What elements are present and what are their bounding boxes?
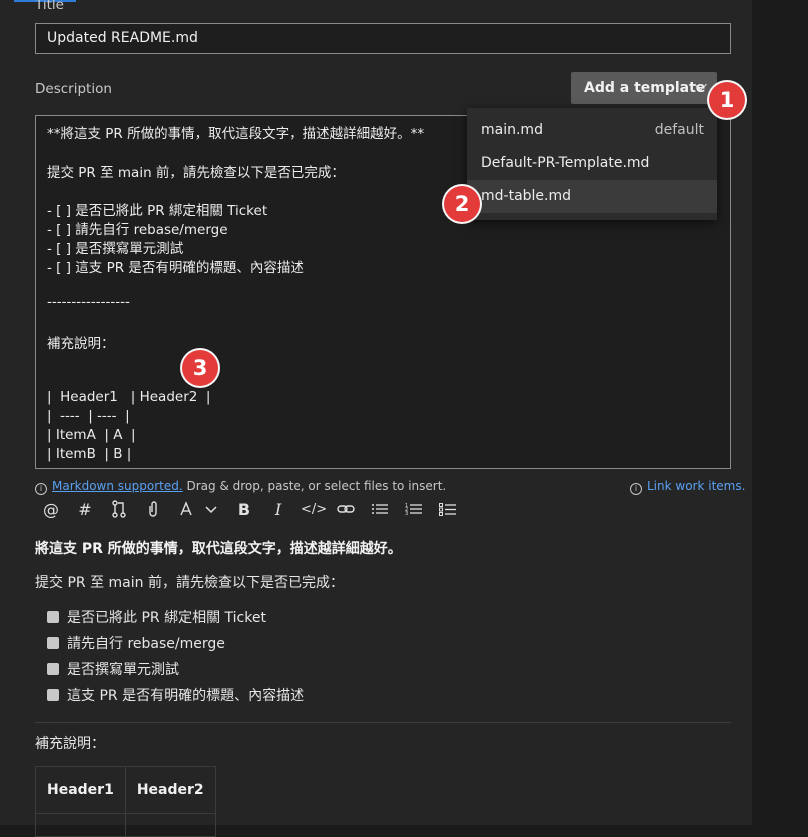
preview-heading: 將這支 PR 所做的事情，取代這段文字，描述越詳細越好。 (35, 541, 402, 557)
italic-icon[interactable]: I (267, 500, 289, 520)
preview-intro: 提交 PR 至 main 前，請先檢查以下是否已完成： (35, 575, 344, 591)
description-label: Description (35, 81, 112, 97)
markdown-supported-link[interactable]: Markdown supported. (52, 479, 183, 493)
checklist-label: 是否已將此 PR 綁定相關 Ticket (67, 610, 266, 626)
step-badge-3: 3 (182, 350, 218, 386)
highlight-icon[interactable] (176, 500, 198, 520)
hashtag-icon[interactable]: # (74, 500, 96, 520)
preview-table: Header1 Header2 (35, 766, 216, 837)
default-tag: default (654, 122, 704, 138)
checklist-label: 是否撰寫單元測試 (67, 662, 179, 678)
add-template-button[interactable]: Add a template (571, 72, 717, 104)
preview-checklist-item: 是否已將此 PR 綁定相關 Ticket (47, 607, 266, 627)
step-badge-1: 1 (709, 82, 745, 118)
checklist-icon[interactable] (437, 500, 459, 520)
mention-icon[interactable]: @ (40, 500, 62, 520)
add-template-label: Add a template (584, 80, 706, 96)
table-cell (124, 813, 216, 837)
description-line: | ItemA | A | (47, 427, 136, 443)
svg-text:3: 3 (405, 511, 408, 517)
description-line: | ---- | ---- | (47, 408, 130, 424)
title-input[interactable]: Updated README.md (35, 23, 731, 54)
preview-checklist-item: 這支 PR 是否有明確的標題、內容描述 (47, 685, 304, 705)
bulleted-list-icon[interactable] (369, 500, 391, 520)
preview-divider (35, 722, 731, 723)
chevron-down-icon[interactable] (200, 500, 222, 520)
table-header: Header1 (35, 766, 126, 814)
description-line: **將這支 PR 所做的事情，取代這段文字，描述越詳細越好。** (47, 126, 425, 142)
description-line: - [ ] 這支 PR 是否有明確的標題、內容描述 (47, 260, 304, 276)
description-line: - [ ] 請先自行 rebase/merge (47, 222, 228, 238)
title-label: Title (35, 0, 64, 13)
checkbox[interactable] (47, 663, 59, 675)
template-option-md-table[interactable]: md-table.md (467, 180, 717, 213)
description-line: - [ ] 是否已將此 PR 綁定相關 Ticket (47, 203, 268, 219)
template-option-main[interactable]: main.md default (467, 114, 717, 147)
step-badge-2: 2 (444, 186, 480, 222)
preview-checklist-item: 請先自行 rebase/merge (47, 633, 225, 653)
description-line: 補充說明： (47, 336, 115, 352)
description-line: 提交 PR 至 main 前，請先檢查以下是否已完成： (47, 165, 345, 181)
description-line: ----------------- (47, 294, 130, 310)
description-line: | Header1 | Header2 | (47, 389, 211, 405)
template-option-label: main.md (481, 122, 543, 138)
markdown-hint: i Markdown supported. Drag & drop, paste,… (35, 479, 446, 495)
template-option-label: Default-PR-Template.md (481, 155, 650, 171)
pull-request-icon[interactable] (108, 500, 130, 520)
template-option-label: md-table.md (481, 188, 572, 204)
table-cell (35, 813, 126, 837)
attachment-icon[interactable] (142, 500, 164, 520)
checkbox[interactable] (47, 611, 59, 623)
markdown-hint-text: Drag & drop, paste, or select files to i… (182, 479, 447, 493)
info-icon: i (35, 483, 47, 495)
code-icon[interactable]: </> (301, 500, 327, 520)
checkbox[interactable] (47, 689, 59, 701)
bold-icon[interactable]: B (233, 500, 255, 520)
numbered-list-icon[interactable]: 123 (403, 500, 425, 520)
link-work-items-label: Link work items. (647, 479, 746, 493)
description-line: - [ ] 是否撰寫單元測試 (47, 241, 184, 257)
background-strip (752, 0, 808, 825)
table-header: Header2 (124, 766, 216, 814)
link-icon[interactable] (335, 500, 357, 520)
checklist-label: 這支 PR 是否有明確的標題、內容描述 (67, 688, 305, 704)
link-work-items[interactable]: i Link work items. (630, 479, 745, 495)
template-option-default-pr[interactable]: Default-PR-Template.md (467, 147, 717, 180)
preview-supplement: 補充說明： (35, 736, 105, 752)
checklist-label: 請先自行 rebase/merge (67, 636, 225, 652)
info-icon: i (630, 483, 642, 495)
description-line: | ItemB | B | (47, 446, 132, 462)
template-dropdown: main.md default Default-PR-Template.md m… (467, 108, 717, 220)
checkbox[interactable] (47, 637, 59, 649)
preview-checklist-item: 是否撰寫單元測試 (47, 659, 179, 679)
